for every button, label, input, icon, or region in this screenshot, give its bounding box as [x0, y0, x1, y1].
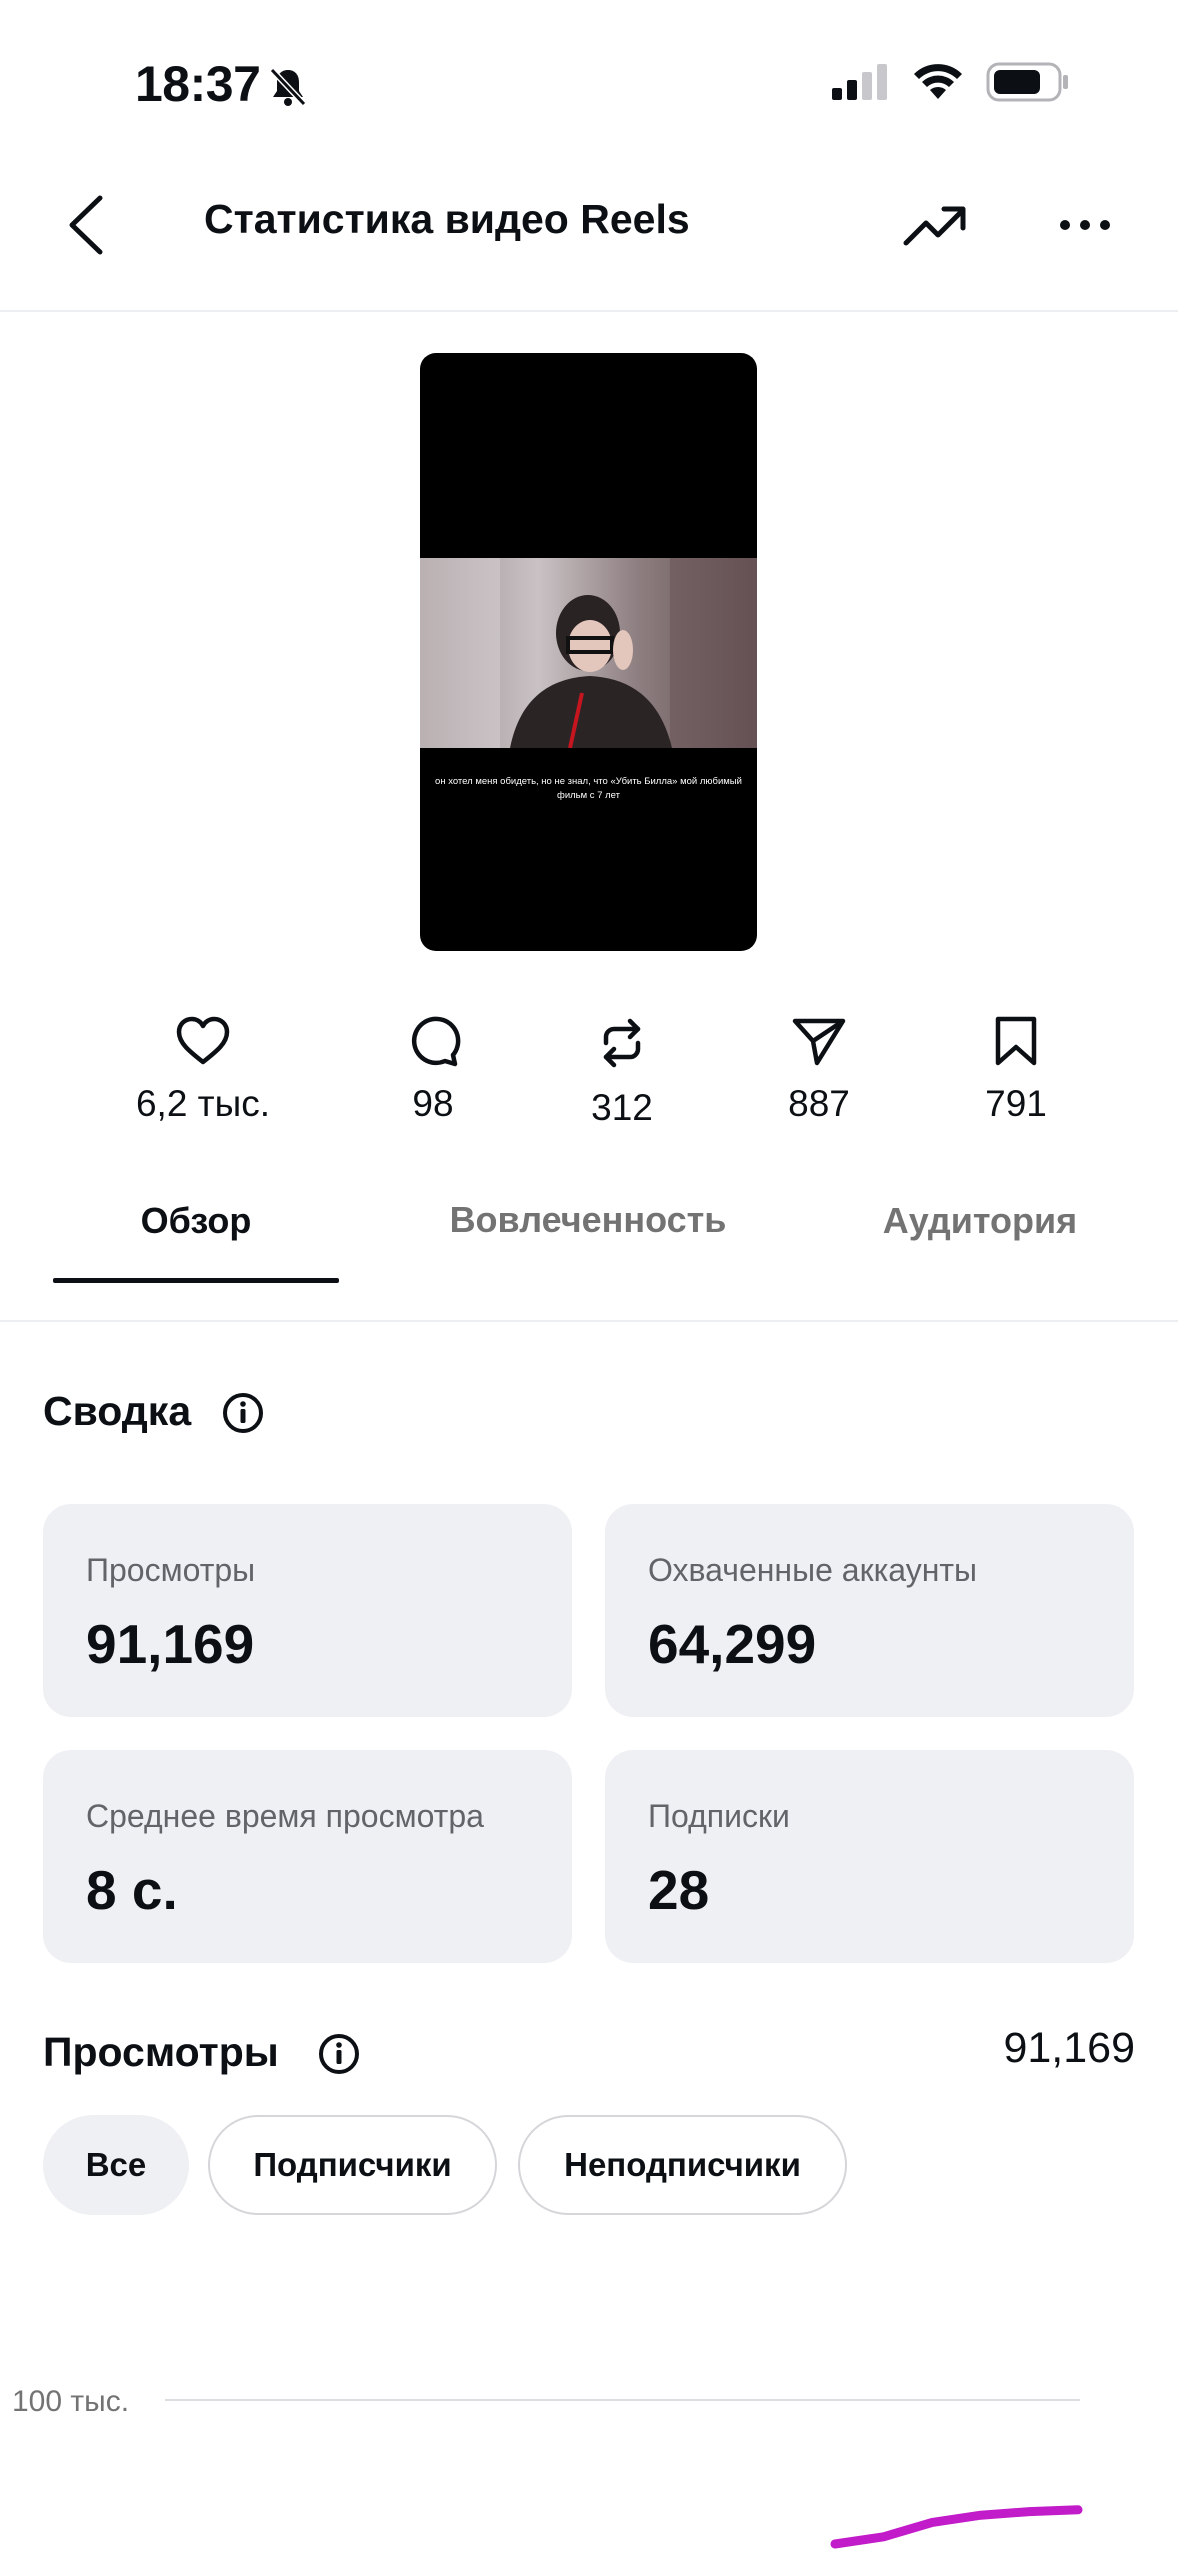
info-icon	[223, 1393, 263, 1433]
reel-caption: он хотел меня обидеть, но не знал, что «…	[435, 776, 742, 801]
tab-overview[interactable]: Обзор	[53, 1200, 339, 1242]
reposts-count: 312	[591, 1087, 653, 1128]
battery-icon	[986, 62, 1068, 102]
comments-stat: 98	[333, 1015, 533, 1125]
trends-button[interactable]	[900, 195, 970, 255]
card-value: 64,299	[648, 1613, 817, 1675]
bookmark-icon	[995, 1016, 1037, 1066]
summary-info-button[interactable]	[221, 1391, 265, 1440]
trending-up-icon	[903, 206, 966, 246]
wifi-icon	[914, 64, 962, 99]
card-label: Подписки	[648, 1798, 790, 1834]
views-chart: 100 тыс.	[0, 2360, 1178, 2560]
summary-card-follows[interactable]: Подписки 28	[605, 1750, 1134, 1963]
reel-frame-image	[420, 558, 757, 749]
reposts-stat: 312	[522, 1015, 722, 1129]
summary-card-reached-accounts[interactable]: Охваченные аккаунты 64,299	[605, 1504, 1134, 1717]
mute-bell-icon	[268, 66, 308, 113]
shares-stat: 887	[719, 1015, 919, 1125]
chart-series-line	[830, 2505, 1083, 2549]
info-icon	[319, 2034, 359, 2074]
likes-count: 6,2 тыс.	[135, 1083, 271, 1124]
back-button[interactable]	[60, 190, 120, 260]
y-tick-label: 100 тыс.	[12, 2385, 129, 2418]
repost-icon	[603, 1018, 641, 1068]
card-label: Охваченные аккаунты	[648, 1552, 978, 1588]
send-icon	[792, 1018, 846, 1066]
chevron-left-icon	[69, 195, 103, 255]
comment-icon	[411, 1016, 461, 1067]
comments-count: 98	[412, 1083, 454, 1124]
filter-all-chip[interactable]: Все	[43, 2115, 189, 2215]
heart-icon	[176, 1016, 230, 1065]
more-options-button[interactable]	[1055, 200, 1115, 250]
status-time: 18:37	[135, 56, 261, 112]
views-total: 91,169	[1003, 2024, 1135, 2072]
cellular-signal-icon	[832, 64, 887, 100]
summary-title: Сводка	[43, 1388, 192, 1434]
reel-thumbnail[interactable]: он хотел меня обидеть, но не знал, что «…	[420, 353, 757, 951]
card-label: Среднее время просмотра	[86, 1798, 484, 1834]
shares-count: 887	[788, 1083, 850, 1124]
summary-card-views[interactable]: Просмотры 91,169	[43, 1504, 572, 1717]
views-section-title: Просмотры	[43, 2029, 279, 2075]
likes-stat: 6,2 тыс.	[103, 1015, 303, 1125]
status-indicators	[830, 62, 1070, 102]
saves-count: 791	[985, 1083, 1047, 1124]
tabs-divider	[0, 1320, 1178, 1322]
summary-card-avg-watch-time[interactable]: Среднее время просмотра 8 с.	[43, 1750, 572, 1963]
active-tab-indicator	[53, 1278, 339, 1283]
card-value: 91,169	[86, 1613, 255, 1675]
card-label: Просмотры	[86, 1552, 256, 1588]
saves-stat: 791	[916, 1015, 1116, 1125]
filter-followers-chip[interactable]: Подписчики	[208, 2115, 497, 2215]
page-title: Статистика видео Reels	[204, 196, 690, 242]
filter-non-followers-chip[interactable]: Неподписчики	[518, 2115, 847, 2215]
tab-engagement[interactable]: Вовлеченность	[448, 1197, 728, 1243]
more-horizontal-icon	[1060, 220, 1110, 230]
card-value: 8 с.	[86, 1859, 178, 1921]
card-value: 28	[648, 1859, 710, 1921]
tab-audience[interactable]: Аудитория	[860, 1200, 1100, 1242]
views-info-button[interactable]	[317, 2032, 361, 2081]
